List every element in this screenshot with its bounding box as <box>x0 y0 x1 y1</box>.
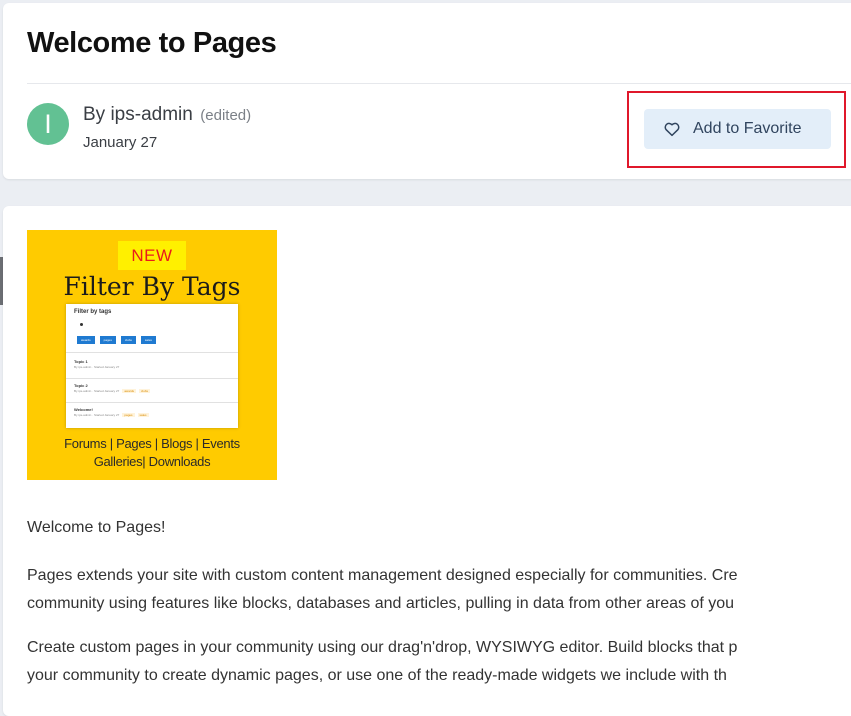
heart-icon <box>663 120 681 138</box>
mock-pill: awards <box>122 389 137 393</box>
mock-tag: clubs <box>120 336 136 344</box>
mock-tag-buttons: awards pages clubs sales <box>77 336 156 344</box>
add-to-favorite-button[interactable]: Add to Favorite <box>644 109 831 149</box>
byline: By ips-admin (edited) <box>83 104 251 126</box>
mock-pill: pages <box>122 413 135 417</box>
edited-tag[interactable]: (edited) <box>200 107 251 124</box>
page-title: Welcome to Pages <box>27 27 277 59</box>
paragraph-1-line-2: community using features like blocks, da… <box>27 595 735 612</box>
paragraph-2-line-1: Create custom pages in your community us… <box>27 639 738 656</box>
promo-footer-line1: Forums | Pages | Blogs | Events <box>64 436 240 451</box>
mock-row-title: Topic 2 <box>74 383 88 388</box>
avatar[interactable]: I <box>27 103 69 145</box>
mock-row: Topic 1 By ips-admin · Started January 2… <box>74 359 119 369</box>
title-divider <box>27 83 851 84</box>
mock-divider <box>66 378 238 379</box>
mock-divider <box>66 402 238 403</box>
mock-row-meta-text: By ips-admin · Started January 27 <box>74 365 120 369</box>
record-header: Welcome to Pages I By ips-admin (edited)… <box>3 3 851 179</box>
mock-row-meta: By ips-admin · Started January 27 awards… <box>74 389 151 393</box>
mock-tag: sales <box>140 336 156 344</box>
promo-footer-line2: Galleries| Downloads <box>93 454 211 469</box>
post-date: January 27 <box>83 134 158 151</box>
mock-title: Filter by tags <box>74 309 112 315</box>
mock-row-title: Welcome! <box>74 407 93 412</box>
mock-pill: clubs <box>139 389 151 393</box>
paragraph-1-line-1: Pages extends your site with custom cont… <box>27 567 738 584</box>
record-content: NEW Filter By Tags Filter by tags awards… <box>3 206 851 716</box>
mock-dot <box>80 323 83 326</box>
promo-image: NEW Filter By Tags Filter by tags awards… <box>27 230 277 480</box>
mock-row-meta-text: By ips-admin · Started January 27 <box>74 413 120 417</box>
mock-pill: sales <box>137 413 149 417</box>
filter-mockup: Filter by tags awards pages clubs sales … <box>66 304 238 428</box>
mock-row-meta: By ips-admin · Started January 27 <box>74 365 119 369</box>
mock-row-title: Topic 1 <box>74 359 88 364</box>
mock-divider <box>66 352 238 353</box>
mock-tag: pages <box>99 336 116 344</box>
intro-text: Welcome to Pages! <box>27 519 166 536</box>
mock-tag: awards <box>77 336 95 344</box>
add-to-favorite-label: Add to Favorite <box>693 120 802 137</box>
new-badge: NEW <box>118 241 186 270</box>
mock-row-meta: By ips-admin · Started January 27 pages … <box>74 413 149 417</box>
mock-row-meta-text: By ips-admin · Started January 27 <box>74 389 120 393</box>
mock-row: Welcome! By ips-admin · Started January … <box>74 407 149 417</box>
mock-row: Topic 2 By ips-admin · Started January 2… <box>74 383 151 393</box>
promo-heading: Filter By Tags <box>63 272 241 301</box>
author-link[interactable]: By ips-admin <box>83 104 193 125</box>
paragraph-2-line-2: your community to create dynamic pages, … <box>27 667 727 684</box>
